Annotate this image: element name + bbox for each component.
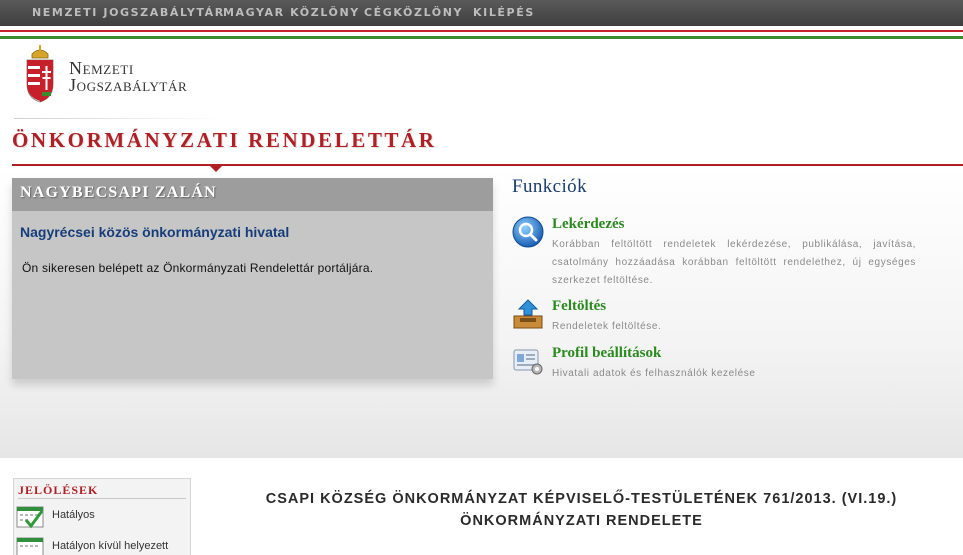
decree-title-line-1: CSAPI KÖZSÉG ÖNKORMÁNYZAT KÉPVISELŐ-TEST… <box>265 491 898 507</box>
nav-nemzeti-jogszabalytar[interactable]: NEMZETI JOGSZABÁLYTÁR <box>32 6 225 19</box>
user-name-heading: NAGYBECSAPI ZALÁN <box>12 178 493 211</box>
page-title: ÖNKORMÁNYZATI RENDELETTÁR <box>12 128 437 152</box>
calendar-icon <box>16 537 44 555</box>
legend-item-hatalyos: Hatályos <box>16 505 188 529</box>
decree-title: CSAPI KÖZSÉG ÖNKORMÁNYZAT KÉPVISELŐ-TEST… <box>200 488 963 532</box>
function-description: Rendeletek feltöltése. <box>552 321 662 332</box>
function-name[interactable]: Profil beállítások <box>552 345 661 362</box>
top-navigation: NEMZETI JOGSZABÁLYTÁR MAGYAR KÖZLÖNY CÉG… <box>0 0 963 26</box>
title-divider <box>12 164 963 166</box>
legend-item-hatalyon-kivul: Hatályon kívül helyezett <box>16 536 188 555</box>
organization-name: Nagyrécsei közös önkormányzati hivatal <box>20 224 290 240</box>
hungarian-coat-of-arms-icon[interactable] <box>24 44 56 104</box>
site-logo-text[interactable]: Nemzeti Jogszabálytár <box>69 59 188 95</box>
function-name[interactable]: Feltöltés <box>552 298 606 315</box>
legend-label: Hatályon kívül helyezett <box>52 540 169 552</box>
legend-sidebar: JELÖLÉSEK Hatályos Hatályon kívül helyez… <box>13 478 191 555</box>
header-divider <box>14 118 224 119</box>
flag-stripe-red <box>0 30 963 32</box>
nav-magyar-kozlony[interactable]: MAGYAR KÖZLÖNY <box>223 6 360 19</box>
nav-cegkozlony[interactable]: CÉGKÖZLÖNY <box>364 6 463 19</box>
upload-tray-icon[interactable] <box>512 298 544 330</box>
user-panel: NAGYBECSAPI ZALÁN Nagyrécsei közös önkor… <box>12 178 493 379</box>
profile-settings-icon[interactable] <box>512 345 544 377</box>
function-lekerdezes[interactable]: Lekérdezés Korábban feltöltött rendelete… <box>512 216 932 290</box>
function-name[interactable]: Lekérdezés <box>552 216 624 233</box>
legend-divider <box>18 498 186 499</box>
functions-heading: Funkciók <box>512 176 587 197</box>
function-description: Korábban feltöltött rendeletek lekérdezé… <box>552 239 916 286</box>
legend-heading: JELÖLÉSEK <box>18 483 99 497</box>
calendar-check-icon <box>16 506 44 529</box>
login-success-message: Ön sikeresen belépett az Önkormányzati R… <box>22 261 374 275</box>
flag-stripe-green <box>0 36 963 39</box>
decree-title-line-2: ÖNKORMÁNYZATI RENDELETE <box>460 513 703 529</box>
function-profil-beallitasok[interactable]: Profil beállítások Hivatali adatok és fe… <box>512 345 932 385</box>
function-feltoltes[interactable]: Feltöltés Rendeletek feltöltése. <box>512 298 932 338</box>
magnifier-icon[interactable] <box>512 216 544 248</box>
title-notch <box>209 165 223 172</box>
function-description: Hivatali adatok és felhasználók kezelése <box>552 368 756 379</box>
legend-label: Hatályos <box>52 509 95 521</box>
nav-kilepes[interactable]: KILÉPÉS <box>473 6 535 19</box>
logo-line-2: Jogszabálytár <box>69 75 188 95</box>
